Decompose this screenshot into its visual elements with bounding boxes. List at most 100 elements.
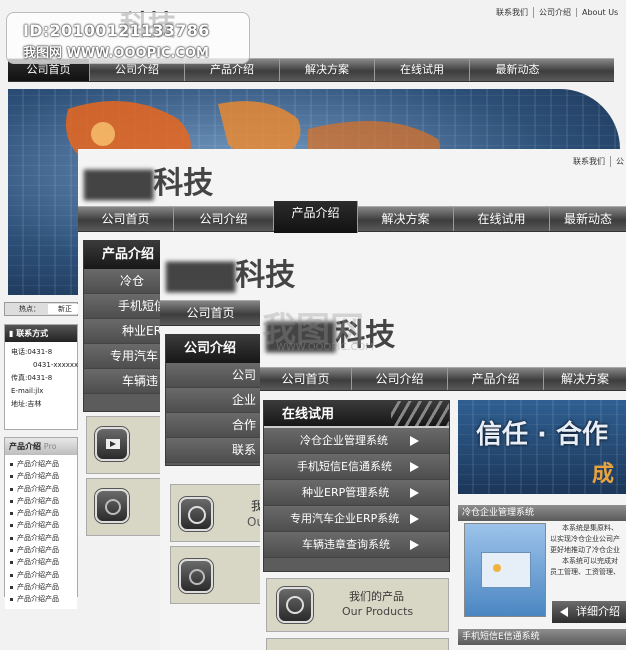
layer3-side-panel: 公司介绍 公司 企业 合作 联系 bbox=[165, 334, 263, 466]
layer2-link-contact[interactable]: 联系我们 bbox=[568, 156, 610, 167]
product-list-item[interactable]: 产品介绍产品 bbox=[7, 569, 75, 581]
product-list-item[interactable]: 产品介绍产品 bbox=[7, 470, 75, 482]
layer2-side-panel: 产品介绍 冷仓 手机短信 种业ER 专用汽车 车辆违 bbox=[83, 240, 163, 412]
layer4-nav-company[interactable]: 公司介绍 bbox=[352, 368, 448, 390]
contact-email: E-mail:jlx bbox=[11, 387, 44, 395]
arrow-right-icon bbox=[410, 436, 419, 446]
watermark-site: 我图网 WWW.OOOPIC.COM bbox=[23, 46, 209, 61]
layer3-item-3[interactable]: 合作 bbox=[166, 413, 262, 438]
sys1-screenshot[interactable] bbox=[464, 523, 546, 617]
detail-button[interactable]: 详细介绍 bbox=[552, 601, 626, 623]
arrow-right-icon bbox=[410, 462, 419, 472]
layer3-item-1[interactable]: 公司 bbox=[166, 363, 262, 388]
layer2-item-4[interactable]: 专用汽车 bbox=[84, 344, 162, 369]
layer2-logo: ▇▇▇科技 bbox=[84, 166, 214, 201]
layer4-products-card[interactable]: 我们的产品 Our Products bbox=[266, 578, 449, 632]
contact-phone-2: 0431-xxxxxxxx bbox=[33, 361, 87, 369]
layer4-nav: 公司首页 公司介绍 产品介绍 解决方案 bbox=[260, 367, 626, 391]
layer2-top-links: 联系我们公 bbox=[568, 156, 626, 167]
link-about-company[interactable]: 公司介绍 bbox=[533, 7, 576, 18]
layer2-card-2[interactable] bbox=[86, 478, 164, 536]
panel-stripes-decoration bbox=[391, 401, 449, 426]
app-store-icon-4 bbox=[277, 587, 313, 623]
product-list-item[interactable]: 产品介绍产品 bbox=[7, 532, 75, 544]
our-products-cn: 我们的产品 bbox=[349, 590, 404, 603]
layer2-nav: 公司首页 公司介绍 产品介绍 解决方案 在线试用 最新动态 bbox=[78, 201, 626, 233]
faint-watermark-url: WWW.OOOPIC.COM bbox=[276, 342, 374, 353]
product-list-title: 产品介绍 Pro bbox=[5, 438, 77, 455]
app-store-icon bbox=[179, 497, 213, 531]
arrow-right-icon bbox=[410, 514, 419, 524]
contact-fax: 传真:0431-8 bbox=[11, 374, 53, 382]
layer2-item-2[interactable]: 手机短信 bbox=[84, 294, 162, 319]
arrow-left-icon bbox=[560, 607, 568, 617]
layer2-nav-products[interactable]: 产品介绍 bbox=[274, 201, 358, 233]
hot-text[interactable]: 新正 bbox=[48, 304, 78, 314]
contact-phone: 电话:0431-8 bbox=[11, 348, 53, 356]
product-list-item[interactable]: 产品介绍产品 bbox=[7, 507, 75, 519]
globe-icon-2 bbox=[179, 559, 213, 593]
blurred-logo-mark: ▇▇▇ bbox=[84, 166, 154, 201]
layer2-nav-company[interactable]: 公司介绍 bbox=[174, 207, 274, 231]
layer4-item-violation[interactable]: 车辆违章查询系统 bbox=[264, 532, 449, 558]
layer4-nav-solutions[interactable]: 解决方案 bbox=[544, 368, 626, 390]
product-list-item[interactable]: 产品介绍产品 bbox=[7, 544, 75, 556]
layer4-trust-banner: 信任 · 合作 成 bbox=[458, 400, 626, 494]
layer2-link-more[interactable]: 公 bbox=[610, 156, 626, 167]
our-products-en: Our Products bbox=[342, 605, 414, 618]
layer2-item-1[interactable]: 冷仓 bbox=[84, 269, 162, 294]
product-list-item[interactable]: 产品介绍产品 bbox=[7, 483, 75, 495]
layer4-item-sms[interactable]: 手机短信E信通系统 bbox=[264, 454, 449, 480]
top-links: 联系我们 公司介绍 About Us bbox=[491, 7, 623, 18]
sys1-desc: 本系统是集原料、 以实现冷仓企业公司产 更好地推动了冷仓企业 本系统可以完成对 … bbox=[550, 524, 620, 576]
link-contact[interactable]: 联系我们 bbox=[491, 7, 533, 18]
product-list-item[interactable]: 产品介绍产品 bbox=[7, 581, 75, 593]
layer4-item-vehicle-erp[interactable]: 专用汽车企业ERP系统 bbox=[264, 506, 449, 532]
layer2-nav-solutions[interactable]: 解决方案 bbox=[358, 207, 454, 231]
layer2-nav-home[interactable]: 公司首页 bbox=[78, 207, 174, 231]
product-list: 产品介绍产品 产品介绍产品 产品介绍产品 产品介绍产品 产品介绍产品 产品介绍产品 产品介绍… bbox=[5, 455, 77, 609]
product-list-item[interactable]: 产品介绍产品 bbox=[7, 556, 75, 568]
banner-sub-text: 成 bbox=[592, 462, 615, 487]
product-list-item[interactable]: 产品介绍产品 bbox=[7, 593, 75, 605]
layer4-nav-home[interactable]: 公司首页 bbox=[260, 368, 352, 390]
trust-cooperation-text: 信任 · 合作 bbox=[476, 420, 608, 450]
layer2-nav-trial[interactable]: 在线试用 bbox=[454, 207, 550, 231]
product-list-item[interactable]: 产品介绍产品 bbox=[7, 519, 75, 531]
contact-title: ▮ 联系方式 bbox=[5, 325, 77, 342]
layer4-side-panel: 在线试用 冷仓企业管理系统 手机短信E信通系统 种业ERP管理系统 专用汽车企业… bbox=[263, 400, 450, 572]
layer3-logo: ▇▇▇科技 bbox=[166, 258, 296, 293]
layer4-panel-title: 在线试用 bbox=[264, 401, 449, 428]
layer3-card-2[interactable] bbox=[170, 546, 268, 604]
layer2-item-5[interactable]: 车辆违 bbox=[84, 369, 162, 394]
product-list-item[interactable]: 产品介绍产品 bbox=[7, 495, 75, 507]
arrow-right-icon bbox=[410, 540, 419, 550]
layer3-item-4[interactable]: 联系 bbox=[166, 438, 262, 463]
layer4-nav-products[interactable]: 产品介绍 bbox=[448, 368, 544, 390]
globe-icon bbox=[95, 489, 129, 523]
layer2-card-1[interactable] bbox=[86, 416, 164, 474]
sys2-title[interactable]: 手机短信E信通系统 bbox=[458, 629, 626, 645]
layer3-card-1[interactable]: 我 Ou bbox=[170, 484, 268, 542]
nav-solutions[interactable]: 解决方案 bbox=[280, 59, 375, 81]
arrow-right-icon bbox=[410, 488, 419, 498]
layer4-item-erp[interactable]: 种业ERP管理系统 bbox=[264, 480, 449, 506]
sys1-title[interactable]: 冷仓企业管理系统 bbox=[458, 505, 626, 521]
layer3-nav-home[interactable]: 公司首页 bbox=[160, 301, 262, 325]
nav-trial[interactable]: 在线试用 bbox=[375, 59, 470, 81]
contact-box: ▮ 联系方式 电话:0431-8 0431-xxxxxxxx 传真:0431-8… bbox=[4, 324, 87, 430]
layer4-item-cold-storage[interactable]: 冷仓企业管理系统 bbox=[264, 428, 449, 454]
video-icon bbox=[95, 427, 129, 461]
layer2-panel-title: 产品介绍 bbox=[84, 241, 162, 269]
layer3-item-2[interactable]: 企业 bbox=[166, 388, 262, 413]
layer2-item-3[interactable]: 种业ER bbox=[84, 319, 162, 344]
watermark-id: ID:20100121133786 bbox=[23, 21, 210, 40]
id-watermark: ID:20100121133786 我图网 WWW.OOOPIC.COM bbox=[6, 12, 250, 64]
layer3-panel-title: 公司介绍 bbox=[166, 335, 262, 363]
blurred-logo-mark-3: ▇▇▇ bbox=[166, 258, 236, 293]
nav-news[interactable]: 最新动态 bbox=[470, 59, 565, 81]
product-list-item[interactable]: 产品介绍产品 bbox=[7, 458, 75, 470]
layer2-nav-news[interactable]: 最新动态 bbox=[550, 207, 626, 231]
link-about-us[interactable]: About Us bbox=[576, 8, 623, 17]
layer4-card-2-partial[interactable] bbox=[266, 638, 449, 650]
